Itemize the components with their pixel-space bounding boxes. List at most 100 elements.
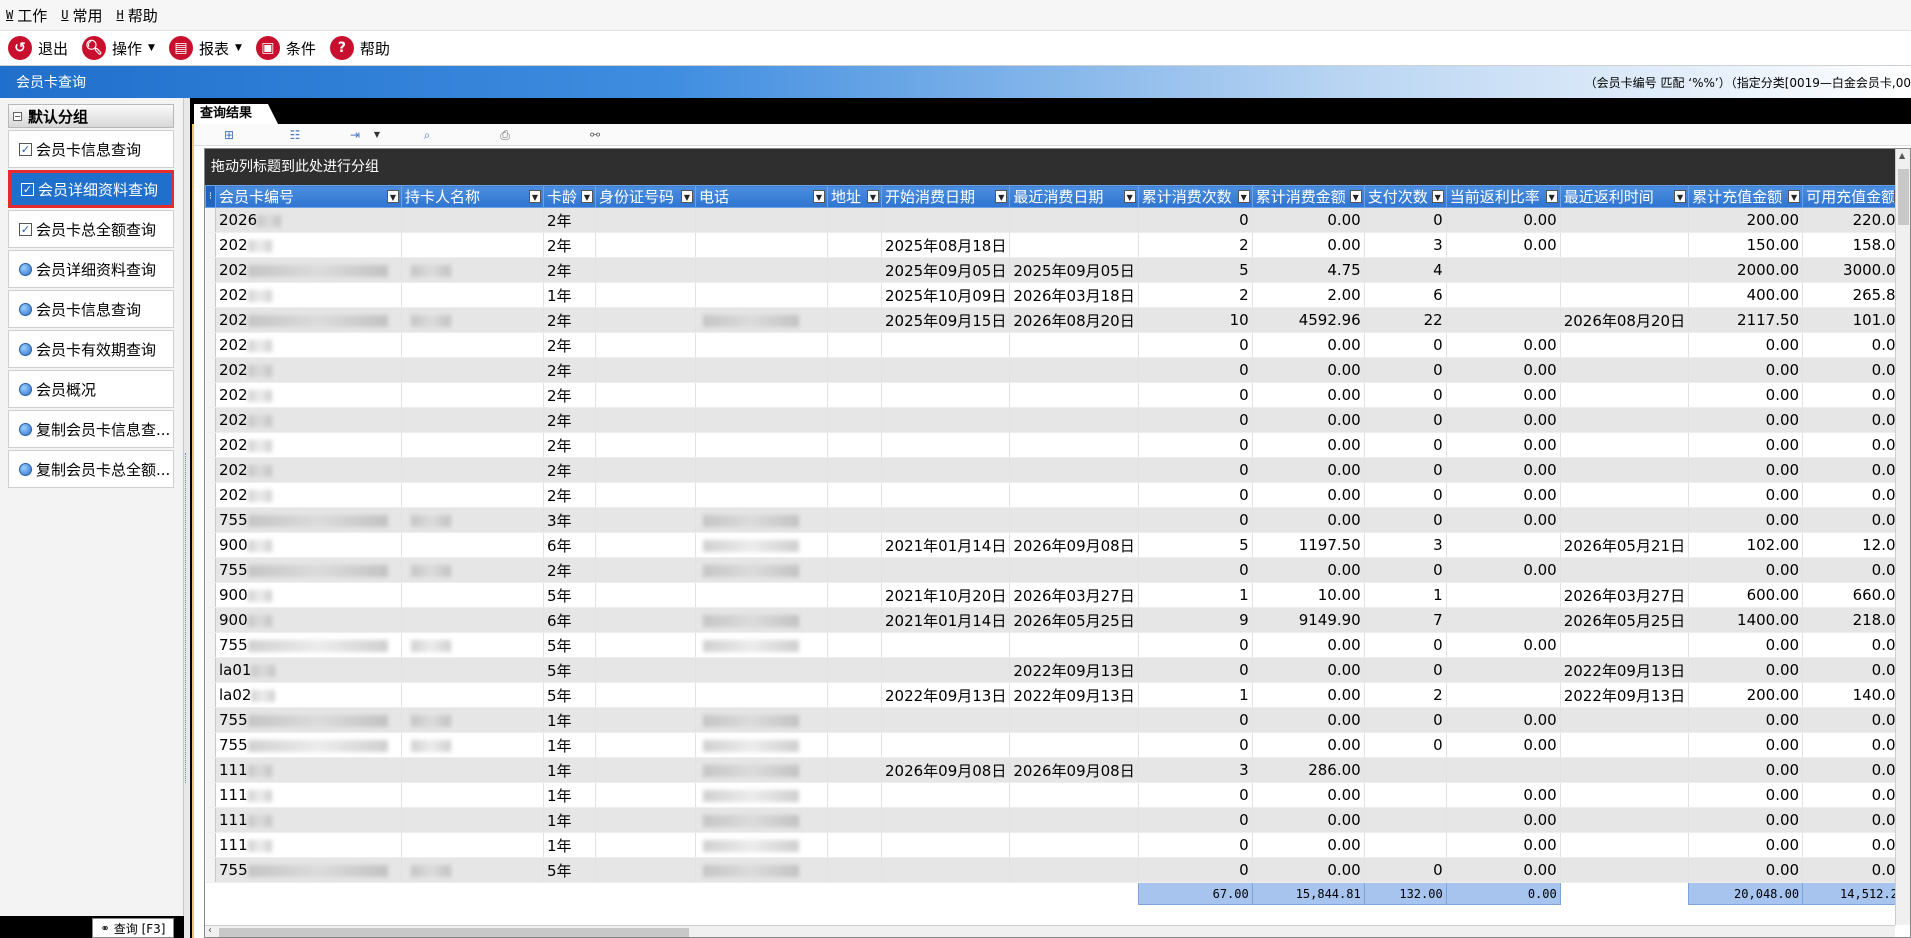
cell-name[interactable] xyxy=(401,757,544,783)
cell-id[interactable] xyxy=(595,582,696,608)
cell-last[interactable] xyxy=(1009,857,1139,883)
cell-avail[interactable]: 0.00 xyxy=(1802,457,1910,483)
cell-card[interactable]: 755 xyxy=(215,857,402,883)
cell-last[interactable] xyxy=(1009,732,1139,758)
cell-amt[interactable]: 0.00 xyxy=(1252,782,1365,808)
cell-last[interactable] xyxy=(1009,807,1139,833)
filter-dropdown-icon[interactable]: ▼ xyxy=(995,190,1008,203)
sidebar-item-2[interactable]: ✓ 会员卡总全额查询 xyxy=(8,210,174,248)
table-row[interactable]: 111 1年 0 0.00 0.00 0.00 0.00 xyxy=(205,782,1910,808)
cell-name[interactable] xyxy=(401,682,544,708)
cell-amt[interactable]: 0.00 xyxy=(1252,657,1365,683)
row-indicator[interactable] xyxy=(205,232,216,258)
cell-last[interactable] xyxy=(1009,207,1139,233)
cell-avail[interactable]: 12.00 xyxy=(1802,532,1910,558)
cell-cnt[interactable]: 0 xyxy=(1138,657,1253,683)
cell-rate[interactable]: 0.00 xyxy=(1446,232,1561,258)
menu-item-1[interactable]: U 常用 xyxy=(61,5,102,26)
row-indicator[interactable] xyxy=(205,607,216,633)
cell-pay[interactable]: 0 xyxy=(1364,382,1447,408)
cell-card[interactable]: 202 xyxy=(215,357,402,383)
cell-cnt[interactable]: 0 xyxy=(1138,832,1253,858)
cell-age[interactable]: 1年 xyxy=(543,832,596,858)
cell-charge[interactable]: 0.00 xyxy=(1688,657,1804,683)
cell-id[interactable] xyxy=(595,482,696,508)
cell-start[interactable]: 2025年08月18日 xyxy=(881,232,1011,258)
row-indicator[interactable] xyxy=(205,857,216,883)
cell-card[interactable]: 755 xyxy=(215,632,402,658)
column-header-9[interactable]: 累计消费金额 ▼ xyxy=(1251,185,1365,208)
cell-id[interactable] xyxy=(595,657,696,683)
cell-name[interactable] xyxy=(401,807,544,833)
cell-rtime[interactable]: 2026年05月21日 xyxy=(1560,532,1690,558)
cell-age[interactable]: 5年 xyxy=(543,857,596,883)
cell-amt[interactable]: 286.00 xyxy=(1252,757,1365,783)
cell-id[interactable] xyxy=(595,457,696,483)
cell-card[interactable]: 202 xyxy=(215,432,402,458)
cell-rate[interactable]: 0.00 xyxy=(1446,707,1561,733)
cell-rate[interactable]: 0.00 xyxy=(1446,507,1561,533)
cell-card[interactable]: 900 xyxy=(215,607,402,633)
table-row[interactable]: 111 1年 2026年09月08日 2026年09月08日 3 286.00 0.00 0.… xyxy=(205,757,1910,783)
cell-start[interactable]: 2025年09月05日 xyxy=(881,257,1011,283)
cell-rate[interactable]: 0.00 xyxy=(1446,857,1561,883)
cell-name[interactable] xyxy=(401,307,544,333)
cell-name[interactable] xyxy=(401,507,544,533)
cell-phone[interactable] xyxy=(695,732,828,758)
cell-cnt[interactable]: 0 xyxy=(1138,407,1253,433)
row-indicator-header[interactable]: ⁝ xyxy=(205,185,216,208)
cell-cnt[interactable]: 1 xyxy=(1138,582,1253,608)
cell-pay[interactable]: 22 xyxy=(1364,307,1447,333)
cell-cnt[interactable]: 0 xyxy=(1138,382,1253,408)
cell-phone[interactable] xyxy=(695,832,828,858)
cell-age[interactable]: 2年 xyxy=(543,382,596,408)
cell-rate[interactable] xyxy=(1446,532,1561,558)
row-indicator[interactable] xyxy=(205,832,216,858)
cell-rate[interactable] xyxy=(1446,582,1561,608)
table-row[interactable]: 755 5年 0 0.00 0 0.00 0.00 0.00 xyxy=(205,632,1910,658)
cell-last[interactable]: 2026年09月08日 xyxy=(1009,532,1139,558)
cell-pay[interactable]: 3 xyxy=(1364,232,1447,258)
group-icon[interactable]: ⊞ xyxy=(222,128,236,142)
cell-last[interactable] xyxy=(1009,507,1139,533)
sidebar-item-4[interactable]: 会员卡信息查询 xyxy=(8,290,174,328)
cell-rtime[interactable] xyxy=(1560,382,1690,408)
cell-last[interactable] xyxy=(1009,232,1139,258)
cell-id[interactable] xyxy=(595,757,696,783)
cell-cnt[interactable]: 0 xyxy=(1138,857,1253,883)
row-indicator[interactable] xyxy=(205,282,216,308)
cell-pay[interactable]: 0 xyxy=(1364,707,1447,733)
filter-dropdown-icon[interactable]: ▼ xyxy=(1788,190,1801,203)
cell-rate[interactable]: 0.00 xyxy=(1446,782,1561,808)
cell-age[interactable]: 5年 xyxy=(543,682,596,708)
vertical-scrollbar[interactable]: ▲ xyxy=(1895,149,1910,925)
cell-cnt[interactable]: 0 xyxy=(1138,432,1253,458)
cell-cnt[interactable]: 0 xyxy=(1138,357,1253,383)
cell-name[interactable] xyxy=(401,257,544,283)
cell-phone[interactable] xyxy=(695,282,828,308)
cell-cnt[interactable]: 0 xyxy=(1138,807,1253,833)
cell-card[interactable]: 755 xyxy=(215,707,402,733)
cell-phone[interactable] xyxy=(695,607,828,633)
cell-start[interactable] xyxy=(881,507,1011,533)
cell-avail[interactable]: 0.00 xyxy=(1802,832,1910,858)
cell-pay[interactable]: 0 xyxy=(1364,482,1447,508)
cell-last[interactable] xyxy=(1009,407,1139,433)
filter-dropdown-icon[interactable]: ▼ xyxy=(867,190,879,203)
cell-pay[interactable]: 0 xyxy=(1364,357,1447,383)
find-icon[interactable]: ⌕ xyxy=(420,128,434,142)
cell-amt[interactable]: 4.75 xyxy=(1252,257,1365,283)
cell-addr[interactable] xyxy=(827,857,882,883)
cell-charge[interactable]: 150.00 xyxy=(1688,232,1804,258)
cell-amt[interactable]: 9149.90 xyxy=(1252,607,1365,633)
cell-cnt[interactable]: 2 xyxy=(1138,282,1253,308)
cell-rtime[interactable] xyxy=(1560,782,1690,808)
cell-name[interactable] xyxy=(401,782,544,808)
cell-amt[interactable]: 0.00 xyxy=(1252,407,1365,433)
cell-id[interactable] xyxy=(595,807,696,833)
cell-id[interactable] xyxy=(595,257,696,283)
column-header-8[interactable]: 累计消费次数 ▼ xyxy=(1137,185,1253,208)
cell-charge[interactable]: 0.00 xyxy=(1688,482,1804,508)
cell-rtime[interactable] xyxy=(1560,832,1690,858)
row-indicator[interactable] xyxy=(205,482,216,508)
